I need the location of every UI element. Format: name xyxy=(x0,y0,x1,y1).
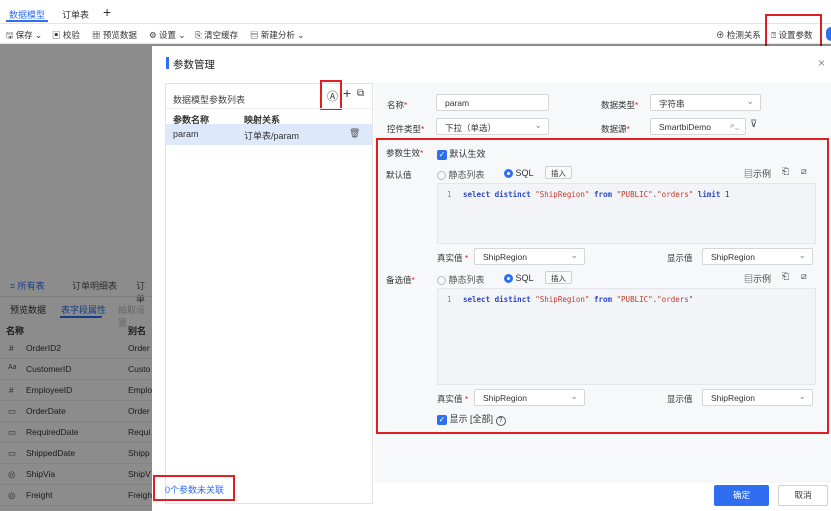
sql-radio[interactable]: SQL xyxy=(504,168,534,179)
insert-button[interactable]: 插入 xyxy=(545,271,572,284)
example-button[interactable]: ▤示例 xyxy=(744,272,771,285)
settings-button[interactable]: ⚙ 设置 ⌄ xyxy=(149,29,185,41)
save-button[interactable]: 🖫 保存 ⌄ xyxy=(6,29,42,44)
candidate-value-label: 备选值* xyxy=(386,275,415,285)
sql-line: select distinct "ShipRegion" from "PUBLI… xyxy=(463,295,694,304)
cancel-button[interactable]: 取消 xyxy=(778,485,828,506)
auto-param-icon[interactable]: Ⓐ xyxy=(327,88,338,104)
delete-icon[interactable]: 🗑 xyxy=(349,128,360,139)
display-value-label: 显示值 xyxy=(667,394,693,404)
display-value-select[interactable]: ShipRegion ⌄ xyxy=(702,389,813,406)
set-params-button[interactable]: ⍰ 设置参数 xyxy=(771,29,812,41)
dialog-title: 参数管理 xyxy=(173,59,215,71)
unlinked-params-link[interactable]: 0个参数未关联 xyxy=(165,483,224,496)
title-accent-bar xyxy=(166,57,169,69)
real-value-select[interactable]: ShipRegion ⌄ xyxy=(474,248,585,265)
verify-button[interactable]: ▣ 校验 xyxy=(52,29,80,41)
edit-icon[interactable]: ⧄ xyxy=(801,271,807,282)
active-tab-indicator xyxy=(6,20,48,22)
detect-relation-button[interactable]: ⊕ 检测关系 xyxy=(716,29,761,41)
check-icon: ✓ xyxy=(437,149,447,160)
sql-radio[interactable]: SQL xyxy=(504,273,534,284)
line-number: 1 xyxy=(447,295,452,304)
param-name: param xyxy=(173,129,199,139)
static-list-radio[interactable]: 静态列表 xyxy=(437,168,485,181)
param-list-panel: 数据模型参数列表 Ⓐ + ⧉ 参数名称 映射关系 param 订单表/param… xyxy=(165,80,373,504)
clipboard-icon[interactable]: ⎗ xyxy=(782,271,789,282)
data-type-label: 数据类型* xyxy=(601,100,639,110)
real-value-select[interactable]: ShipRegion ⌄ xyxy=(474,389,585,406)
sql-line: select distinct "ShipRegion" from "PUBLI… xyxy=(463,190,730,199)
clear-cache-button[interactable]: ⎘ 清空缓存 xyxy=(195,29,238,41)
display-value-label: 显示值 xyxy=(667,253,693,263)
show-all-checkbox[interactable]: ✓ 显示 [全部] ? xyxy=(437,412,506,426)
data-type-select[interactable]: 字符串 ⌄ xyxy=(650,94,761,111)
param-management-dialog: 参数管理 × 数据模型参数列表 Ⓐ + ⧉ 参数名称 映射关系 param 订单… xyxy=(152,46,831,511)
default-effect-checkbox[interactable]: ✓ 默认生效 xyxy=(437,147,486,160)
top-tab-bar: 数据模型 订单表 + xyxy=(0,0,831,24)
copy-icon[interactable]: ⧉ xyxy=(357,88,364,99)
help-bubble[interactable] xyxy=(826,27,831,41)
real-value-label: 真实值 * xyxy=(437,253,469,263)
line-number: 1 xyxy=(447,190,452,199)
real-value-label: 真实值 * xyxy=(437,394,469,404)
filter-icon[interactable]: ⊽ xyxy=(750,119,757,130)
tab-order-table[interactable]: 订单表 xyxy=(62,8,89,21)
edit-icon[interactable]: ⧄ xyxy=(801,166,807,177)
add-icon[interactable]: + xyxy=(343,85,351,101)
effect-label: 参数生效* xyxy=(386,148,424,158)
ok-button[interactable]: 确定 xyxy=(714,485,769,506)
param-list-title: 数据模型参数列表 xyxy=(173,95,246,105)
preview-data-button[interactable]: ▦ 预览数据 xyxy=(92,29,137,41)
candidate-sql-editor[interactable]: 1 select distinct "ShipRegion" from "PUB… xyxy=(437,288,816,385)
datasource-select[interactable]: SmartbiDemo ⌕⌄ xyxy=(650,118,746,135)
param-row-selected[interactable]: param 订单表/param 🗑 xyxy=(166,124,372,145)
control-type-select[interactable]: 下拉（单选） ⌄ xyxy=(436,118,549,135)
clipboard-icon[interactable]: ⎗ xyxy=(782,166,789,177)
name-label: 名称* xyxy=(387,100,408,110)
help-icon[interactable]: ? xyxy=(495,416,506,426)
add-tab-button[interactable]: + xyxy=(103,4,111,20)
example-button[interactable]: ▤示例 xyxy=(744,167,771,180)
display-value-select[interactable]: ShipRegion ⌄ xyxy=(702,248,813,265)
param-mapping: 订单表/param xyxy=(244,131,300,141)
name-input[interactable]: param xyxy=(436,94,549,111)
control-type-label: 控件类型* xyxy=(387,124,425,134)
default-value-label: 默认值 xyxy=(386,170,412,180)
static-list-radio[interactable]: 静态列表 xyxy=(437,273,485,286)
datasource-label: 数据源* xyxy=(601,124,630,134)
check-icon: ✓ xyxy=(437,414,447,425)
close-icon[interactable]: × xyxy=(818,56,825,70)
default-sql-editor[interactable]: 1 select distinct "ShipRegion" from "PUB… xyxy=(437,183,816,244)
insert-button[interactable]: 插入 xyxy=(545,166,572,179)
new-analysis-button[interactable]: ▤ 新建分析 ⌄ xyxy=(250,29,304,41)
divider xyxy=(166,108,372,109)
